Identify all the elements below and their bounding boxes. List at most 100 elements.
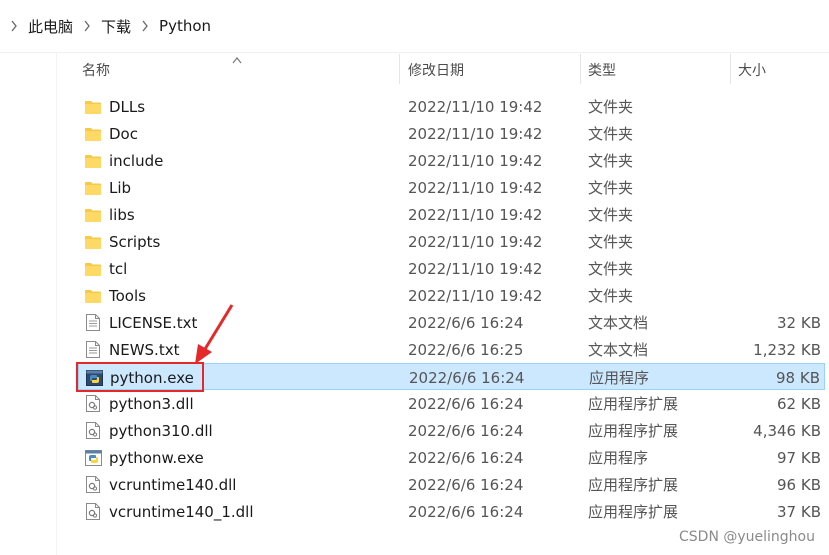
file-name-cell: python3.dll <box>84 390 194 417</box>
folder-icon <box>84 287 102 305</box>
file-type: 文件夹 <box>588 125 634 143</box>
file-date: 2022/11/10 19:42 <box>408 232 543 251</box>
file-name: Doc <box>109 124 138 143</box>
chevron-right-icon[interactable] <box>141 20 149 32</box>
sort-ascending-icon <box>232 54 242 67</box>
column-header-type[interactable]: 类型 <box>588 52 616 88</box>
file-row[interactable]: libs 2022/11/10 19:42 文件夹 <box>78 201 825 228</box>
chevron-right-icon[interactable] <box>10 20 18 32</box>
file-size: 37 KB <box>777 502 821 521</box>
folder-icon <box>84 179 102 197</box>
file-date: 2022/11/10 19:42 <box>408 97 543 116</box>
file-row[interactable]: Doc 2022/11/10 19:42 文件夹 <box>78 120 825 147</box>
file-date: 2022/11/10 19:42 <box>408 151 543 170</box>
file-name: tcl <box>109 259 128 278</box>
file-type: 文本文档 <box>588 314 649 332</box>
dll-file-icon <box>84 422 102 440</box>
file-name: Tools <box>109 286 146 305</box>
file-type: 文件夹 <box>588 233 634 251</box>
folder-icon <box>84 152 102 170</box>
folder-icon <box>84 260 102 278</box>
file-name-cell: libs <box>84 201 135 228</box>
file-name-cell: LICENSE.txt <box>84 309 197 336</box>
file-name-cell: vcruntime140_1.dll <box>84 498 254 525</box>
annotation-highlight-box <box>76 362 204 392</box>
breadcrumb: 此电脑 下载 Python <box>0 0 829 52</box>
file-name-cell: NEWS.txt <box>84 336 179 363</box>
file-size: 32 KB <box>777 313 821 332</box>
file-name: LICENSE.txt <box>109 313 198 332</box>
file-row[interactable]: python3.dll 2022/6/6 16:24 应用程序扩展 62 KB <box>78 390 825 417</box>
dll-file-icon <box>84 476 102 494</box>
file-type: 文件夹 <box>588 179 634 197</box>
file-row[interactable]: tcl 2022/11/10 19:42 文件夹 <box>78 255 825 282</box>
file-name: vcruntime140.dll <box>109 475 237 494</box>
file-row[interactable]: python310.dll 2022/6/6 16:24 应用程序扩展 4,346 K… <box>78 417 825 444</box>
file-type: 应用程序 <box>588 449 649 467</box>
file-date: 2022/11/10 19:42 <box>408 205 543 224</box>
column-header-name[interactable]: 名称 <box>82 52 110 88</box>
file-row[interactable]: Scripts 2022/11/10 19:42 文件夹 <box>78 228 825 255</box>
breadcrumb-item-python[interactable]: Python <box>159 17 211 35</box>
file-size: 4,346 KB <box>753 421 821 440</box>
folder-icon <box>84 98 102 116</box>
file-name-cell: Lib <box>84 174 131 201</box>
file-name: python3.dll <box>109 394 194 413</box>
pythonw-app-icon <box>84 449 102 467</box>
file-date: 2022/6/6 16:24 <box>408 448 524 467</box>
file-date: 2022/11/10 19:42 <box>408 259 543 278</box>
file-date: 2022/6/6 16:24 <box>408 313 524 332</box>
file-type: 文件夹 <box>588 260 634 278</box>
column-resize-handle[interactable] <box>730 54 731 84</box>
breadcrumb-item-downloads[interactable]: 下载 <box>101 16 131 37</box>
text-file-icon <box>84 314 102 332</box>
file-name: include <box>109 151 164 170</box>
file-type: 文件夹 <box>588 287 634 305</box>
file-name-cell: pythonw.exe <box>84 444 204 471</box>
file-row[interactable]: vcruntime140.dll 2022/6/6 16:24 应用程序扩展 96 K… <box>78 471 825 498</box>
folder-icon <box>84 206 102 224</box>
file-type: 文件夹 <box>588 98 634 116</box>
column-header-row: 名称 修改日期 类型 大小 <box>72 52 829 88</box>
navigation-pane-edge <box>56 52 57 555</box>
file-row[interactable]: vcruntime140_1.dll 2022/6/6 16:24 应用程序扩展 37… <box>78 498 825 525</box>
file-date: 2022/11/10 19:42 <box>408 286 543 305</box>
file-date: 2022/11/10 19:42 <box>408 124 543 143</box>
file-type: 应用程序扩展 <box>588 503 679 521</box>
file-name: DLLs <box>109 97 146 116</box>
file-type: 应用程序扩展 <box>588 395 679 413</box>
file-name: Scripts <box>109 232 161 251</box>
file-name: pythonw.exe <box>109 448 204 467</box>
column-resize-handle[interactable] <box>580 54 581 84</box>
file-name-cell: python310.dll <box>84 417 213 444</box>
file-name-cell: Doc <box>84 120 138 147</box>
breadcrumb-item-this-pc[interactable]: 此电脑 <box>28 16 73 37</box>
file-type: 应用程序扩展 <box>588 476 679 494</box>
column-header-date[interactable]: 修改日期 <box>408 52 464 88</box>
file-date: 2022/6/6 16:24 <box>409 368 525 387</box>
file-row[interactable]: pythonw.exe 2022/6/6 16:24 应用程序 97 KB <box>78 444 825 471</box>
file-type: 应用程序 <box>589 369 650 387</box>
folder-icon <box>84 233 102 251</box>
file-date: 2022/11/10 19:42 <box>408 178 543 197</box>
file-name-cell: include <box>84 147 163 174</box>
file-date: 2022/6/6 16:24 <box>408 502 524 521</box>
chevron-right-icon[interactable] <box>83 20 91 32</box>
file-name-cell: DLLs <box>84 93 145 120</box>
file-size: 1,232 KB <box>753 340 821 359</box>
file-row[interactable]: include 2022/11/10 19:42 文件夹 <box>78 147 825 174</box>
file-size: 96 KB <box>777 475 821 494</box>
file-name-cell: Tools <box>84 282 146 309</box>
file-row[interactable]: DLLs 2022/11/10 19:42 文件夹 <box>78 93 825 120</box>
column-header-size[interactable]: 大小 <box>738 52 766 88</box>
file-date: 2022/6/6 16:25 <box>408 340 524 359</box>
file-type: 应用程序扩展 <box>588 422 679 440</box>
file-name: NEWS.txt <box>109 340 180 359</box>
file-name: python310.dll <box>109 421 213 440</box>
file-name-cell: tcl <box>84 255 127 282</box>
file-name: vcruntime140_1.dll <box>109 502 254 521</box>
file-date: 2022/6/6 16:24 <box>408 421 524 440</box>
file-row[interactable]: Lib 2022/11/10 19:42 文件夹 <box>78 174 825 201</box>
file-name: libs <box>109 205 135 224</box>
column-resize-handle[interactable] <box>399 54 400 84</box>
